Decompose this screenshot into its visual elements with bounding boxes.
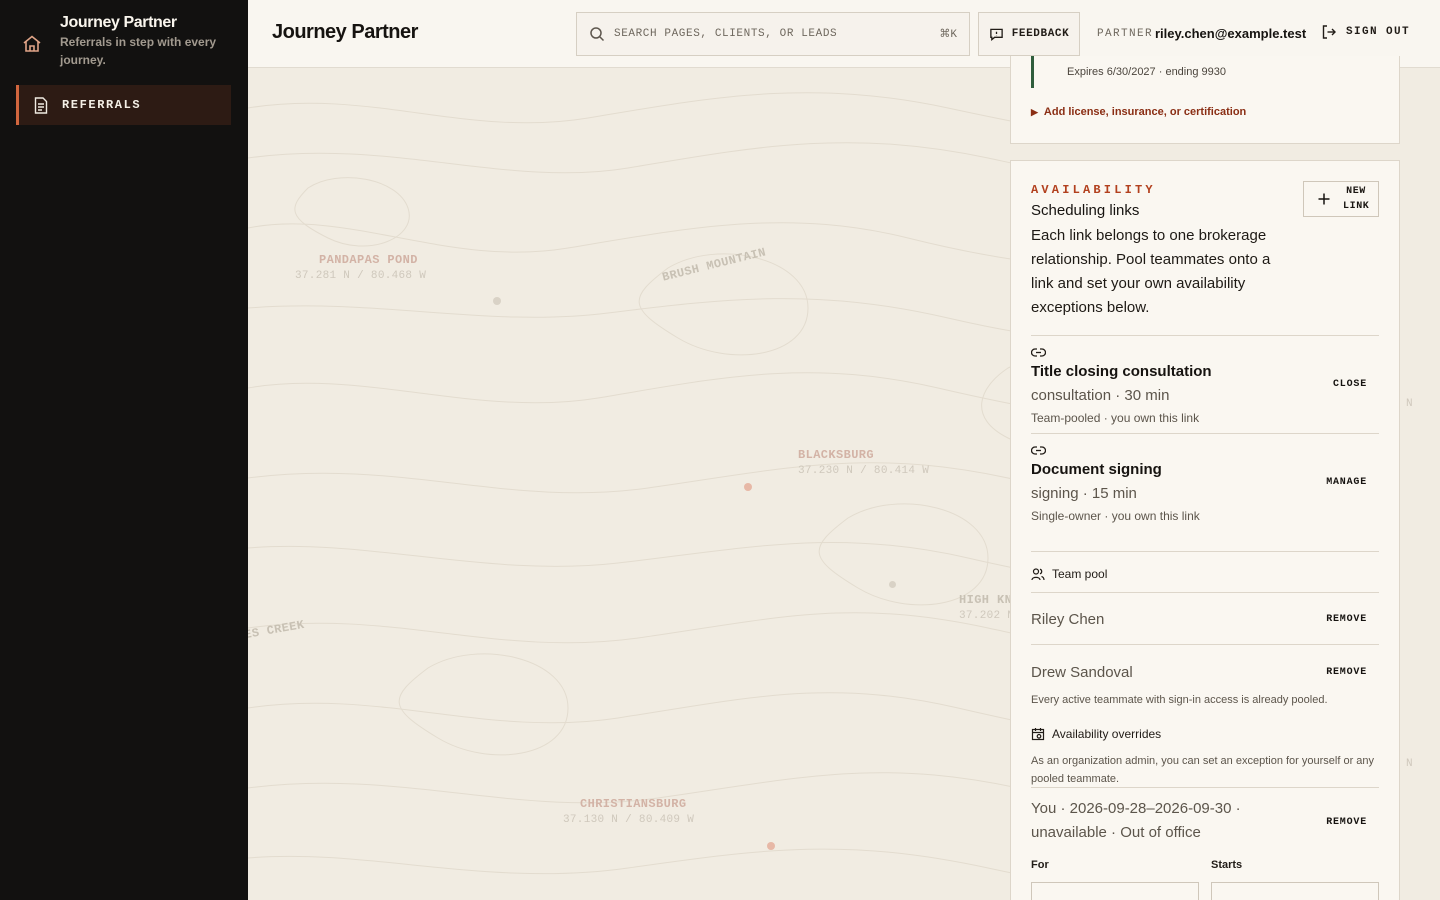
override-row: You · 2026-09-28–2026-09-30 · unavailabl…: [1031, 789, 1379, 849]
new-link-button[interactable]: NEW LINK: [1303, 181, 1379, 217]
map-place-blacksburg: BLACKSBURG: [798, 448, 875, 462]
starts-date-input[interactable]: [1211, 882, 1379, 900]
availability-card: AVAILABILITY Scheduling links Each link …: [1010, 160, 1400, 900]
starts-label: Starts: [1211, 859, 1243, 871]
link-ownership: Team-pooled · you own this link: [1031, 411, 1200, 425]
home-icon: [23, 35, 41, 52]
sidebar-item-referrals[interactable]: REFERRALS: [16, 85, 231, 125]
map-coord-pandapas-pond: 37.281 N / 80.468 W: [295, 270, 427, 282]
map-place-christiansburg: CHRISTIANSBURG: [580, 797, 687, 811]
link-name: Title closing consultation: [1031, 363, 1212, 380]
section-title: Scheduling links: [1031, 202, 1140, 219]
map-marker[interactable]: [493, 297, 501, 305]
sign-out-icon: [1322, 25, 1336, 39]
sidebar: Journey Partner Referrals in step with e…: [0, 0, 248, 900]
for-label: For: [1031, 859, 1049, 871]
map-marker[interactable]: [767, 842, 775, 850]
link-ownership: Single-owner · you own this link: [1031, 509, 1200, 523]
feedback-label: FEEDBACK: [1011, 28, 1070, 40]
page-title: Journey Partner: [272, 21, 418, 43]
map-coord-blacksburg: 37.230 N / 80.414 W: [798, 465, 930, 477]
for-select[interactable]: [1031, 882, 1199, 900]
message-icon: [989, 28, 1003, 41]
link-meta: signing · 15 min: [1031, 485, 1137, 502]
map-edge-letter: N: [1406, 758, 1413, 770]
caret-right-icon: ▶: [1031, 106, 1038, 117]
credentials-card: Expires 6/30/2027 · ending 9930 ▶ Add li…: [1010, 56, 1400, 144]
divider: [1031, 787, 1379, 788]
add-credential-toggle[interactable]: ▶ Add license, insurance, or certificati…: [1031, 106, 1246, 118]
new-link-label: NEW LINK: [1343, 186, 1370, 212]
team-pool-heading: Team pool: [1031, 567, 1107, 581]
search-input[interactable]: [614, 28, 940, 40]
brand-name: Journey Partner: [60, 14, 177, 31]
users-icon: [1031, 568, 1045, 581]
map-place-pandapas-pond: PANDAPAS POND: [319, 253, 418, 267]
brand-tagline: Referrals in step with every journey.: [60, 35, 217, 67]
partner-label: PARTNER: [1097, 28, 1154, 40]
divider: [1031, 592, 1379, 593]
overrides-title: Availability overrides: [1052, 727, 1162, 741]
sidebar-item-label: REFERRALS: [62, 98, 142, 112]
team-member-name: Drew Sandoval: [1031, 663, 1133, 681]
team-pool-title: Team pool: [1052, 567, 1108, 581]
team-member-name: Riley Chen: [1031, 610, 1105, 628]
feedback-button[interactable]: FEEDBACK: [978, 12, 1080, 56]
remove-member-button[interactable]: REMOVE: [1326, 667, 1367, 678]
remove-override-button[interactable]: REMOVE: [1326, 817, 1367, 828]
divider: [1031, 551, 1379, 552]
map-place-high-knob: HIGH KN: [959, 593, 1013, 607]
override-text: You · 2026-09-28–2026-09-30 · unavailabl…: [1031, 800, 1241, 841]
manage-link-button[interactable]: MANAGE: [1326, 477, 1367, 488]
close-link-button[interactable]: CLOSE: [1333, 379, 1367, 390]
document-icon: [34, 96, 48, 114]
plus-icon: [1318, 193, 1330, 205]
map-coord-high-knob: 37.202 N: [959, 610, 1015, 622]
overrides-heading: Availability overrides: [1031, 727, 1161, 741]
credential-status-bar: [1031, 56, 1034, 88]
brand[interactable]: Journey Partner Referrals in step with e…: [20, 14, 240, 69]
scheduling-link-row[interactable]: Document signing signing · 15 min Single…: [1031, 435, 1379, 531]
scheduling-link-row[interactable]: Title closing consultation consultation …: [1031, 337, 1379, 433]
overrides-note: As an organization admin, you can set an…: [1031, 755, 1375, 785]
sign-out-button[interactable]: SIGN OUT: [1321, 24, 1410, 40]
map-marker[interactable]: [889, 581, 896, 588]
remove-member-button[interactable]: REMOVE: [1326, 614, 1367, 625]
divider: [1031, 644, 1379, 645]
map-edge-letter: N: [1406, 398, 1413, 410]
search-icon: [590, 27, 605, 42]
search-shortcut: ⌘K: [939, 29, 957, 41]
section-eyebrow: AVAILABILITY: [1031, 183, 1156, 197]
credential-expiry: Expires 6/30/2027 · ending 9930: [1067, 66, 1227, 78]
link-name: Document signing: [1031, 461, 1162, 478]
link-icon: [1031, 446, 1046, 455]
team-member-row: Drew Sandoval REMOVE: [1031, 652, 1379, 692]
link-meta: consultation · 30 min: [1031, 387, 1170, 404]
add-credential-label: Add license, insurance, or certification: [1043, 106, 1247, 118]
calendar-icon: [1031, 728, 1045, 741]
sign-out-label: SIGN OUT: [1346, 26, 1411, 38]
link-icon: [1031, 348, 1046, 357]
divider: [1031, 335, 1379, 336]
partner-email: riley.chen@example.test: [1155, 26, 1307, 41]
divider: [1031, 433, 1379, 434]
team-pool-note: Every active teammate with sign-in acces…: [1031, 694, 1328, 706]
map-coord-christiansburg: 37.130 N / 80.409 W: [563, 814, 695, 826]
section-description: Each link belongs to one brokerage relat…: [1031, 227, 1271, 316]
search-box[interactable]: ⌘K: [576, 12, 970, 56]
map-marker[interactable]: [744, 483, 752, 491]
team-member-row: Riley Chen REMOVE: [1031, 599, 1379, 639]
